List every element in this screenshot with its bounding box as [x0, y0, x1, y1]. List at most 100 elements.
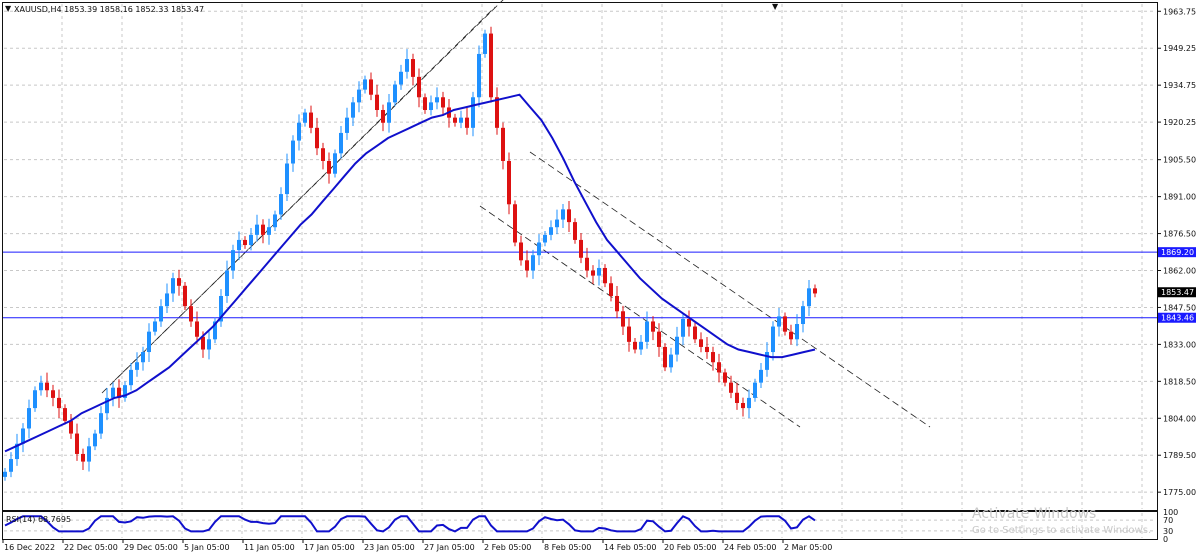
grid [4, 4, 1156, 538]
candle-body [813, 288, 817, 294]
candle-body [783, 316, 787, 332]
candle-body [495, 97, 499, 128]
candle-body [567, 209, 571, 223]
candle-body [267, 227, 271, 235]
candle-body [489, 33, 493, 98]
candle-body [453, 117, 457, 123]
candle-body [165, 293, 169, 307]
channel-line [114, 0, 504, 381]
candle-body [135, 362, 139, 370]
candle-body [129, 369, 133, 386]
candle-body [93, 433, 97, 447]
candle-body [9, 459, 13, 472]
chart-window: 1963.75 1949.25 1934.75 1920.25 1905.50 1891.… [0, 0, 1200, 556]
channel-line [479, 205, 801, 428]
candle-body [363, 79, 367, 90]
candle-body [159, 306, 163, 322]
candle-body [171, 278, 175, 294]
candle-body [573, 222, 577, 240]
candle-body [111, 387, 115, 398]
candle-body [609, 283, 613, 296]
candle-body [597, 267, 601, 276]
candle-body [69, 420, 73, 434]
candle-body [633, 341, 637, 350]
candle-body [795, 324, 799, 340]
candle-body [507, 160, 511, 205]
candle-body [231, 250, 235, 271]
candle-body [543, 234, 547, 243]
candle-body [657, 331, 661, 347]
candle-body [333, 153, 337, 174]
candle-body [429, 102, 433, 111]
candle-body [537, 242, 541, 256]
candle-body [375, 94, 379, 111]
time-label: 5 Jan 05:00 [184, 543, 230, 552]
candle-body [711, 352, 715, 363]
candle-body [519, 242, 523, 261]
candle-body [651, 321, 655, 332]
candle-body [693, 326, 697, 340]
watermark-subtitle: Go to Settings to activate Windows. [972, 525, 1152, 536]
price-tag-label: 1853.47 [1161, 288, 1194, 297]
price-tick-label: 1775.00 [1163, 488, 1196, 497]
time-label: 2 Feb 05:00 [484, 543, 531, 552]
candle-body [501, 127, 505, 161]
candle-body [699, 339, 703, 347]
candle-body [585, 257, 589, 271]
candle-body [387, 102, 391, 123]
candle-body [561, 209, 565, 220]
candle-body [579, 239, 583, 258]
time-label: 11 Jan 05:00 [244, 543, 295, 552]
candle-body [87, 446, 91, 462]
time-label: 27 Jan 05:00 [424, 543, 475, 552]
candle-body [411, 59, 415, 77]
candle-body [591, 270, 595, 276]
candle-body [405, 59, 409, 72]
candle-body [435, 97, 439, 103]
candle-body [45, 382, 49, 391]
candle-body [765, 352, 769, 370]
price-tick-label: 1789.50 [1163, 451, 1196, 460]
candle-body [423, 97, 427, 111]
time-label: 16 Dec 2022 [4, 543, 55, 552]
price-tick-label: 1862.00 [1163, 267, 1196, 276]
candle-body [255, 224, 259, 235]
trading-chart[interactable]: 1963.75 1949.25 1934.75 1920.25 1905.50 1891.… [0, 0, 1200, 556]
symbol-header: XAUUSD,H4 1853.39 1858.16 1852.33 1853.4… [14, 5, 204, 14]
candle-body [195, 321, 199, 337]
candle-body [513, 204, 517, 243]
candle-body [351, 102, 355, 118]
candle-body [753, 382, 757, 398]
candle-body [549, 227, 553, 235]
candle-body [243, 239, 247, 246]
candle-body [177, 278, 181, 286]
candle-body [627, 326, 631, 342]
candle-body [261, 224, 265, 235]
candle-body [399, 71, 403, 85]
rsi-line [4, 515, 816, 533]
candle-body [639, 341, 643, 350]
price-tick-label: 1905.50 [1163, 156, 1196, 165]
candle-body [483, 33, 487, 54]
candle-body [723, 372, 727, 383]
dropdown-icon[interactable]: ▼ [5, 4, 12, 13]
price-tick-label: 1847.50 [1163, 303, 1196, 312]
candle-body [663, 346, 667, 368]
candle-body [51, 390, 55, 398]
rsi-header: RSI(14) 68.7695 [6, 515, 71, 524]
rsi-tick-label: 70 [1163, 516, 1173, 525]
candle-body [315, 127, 319, 149]
time-label: 14 Feb 05:00 [604, 543, 656, 552]
price-tick-label: 1833.00 [1163, 340, 1196, 349]
candle-body [669, 354, 673, 368]
time-label: 8 Feb 05:00 [544, 543, 591, 552]
price-tag-label: 1843.46 [1161, 314, 1194, 323]
candle-body [33, 390, 37, 409]
candle-body [729, 382, 733, 393]
candle-body [249, 234, 253, 246]
candle-body [297, 122, 301, 141]
candles [3, 26, 817, 481]
candle-body [57, 397, 61, 409]
shift-marker-icon[interactable]: ▼ [772, 2, 779, 11]
candle-body [747, 397, 751, 409]
